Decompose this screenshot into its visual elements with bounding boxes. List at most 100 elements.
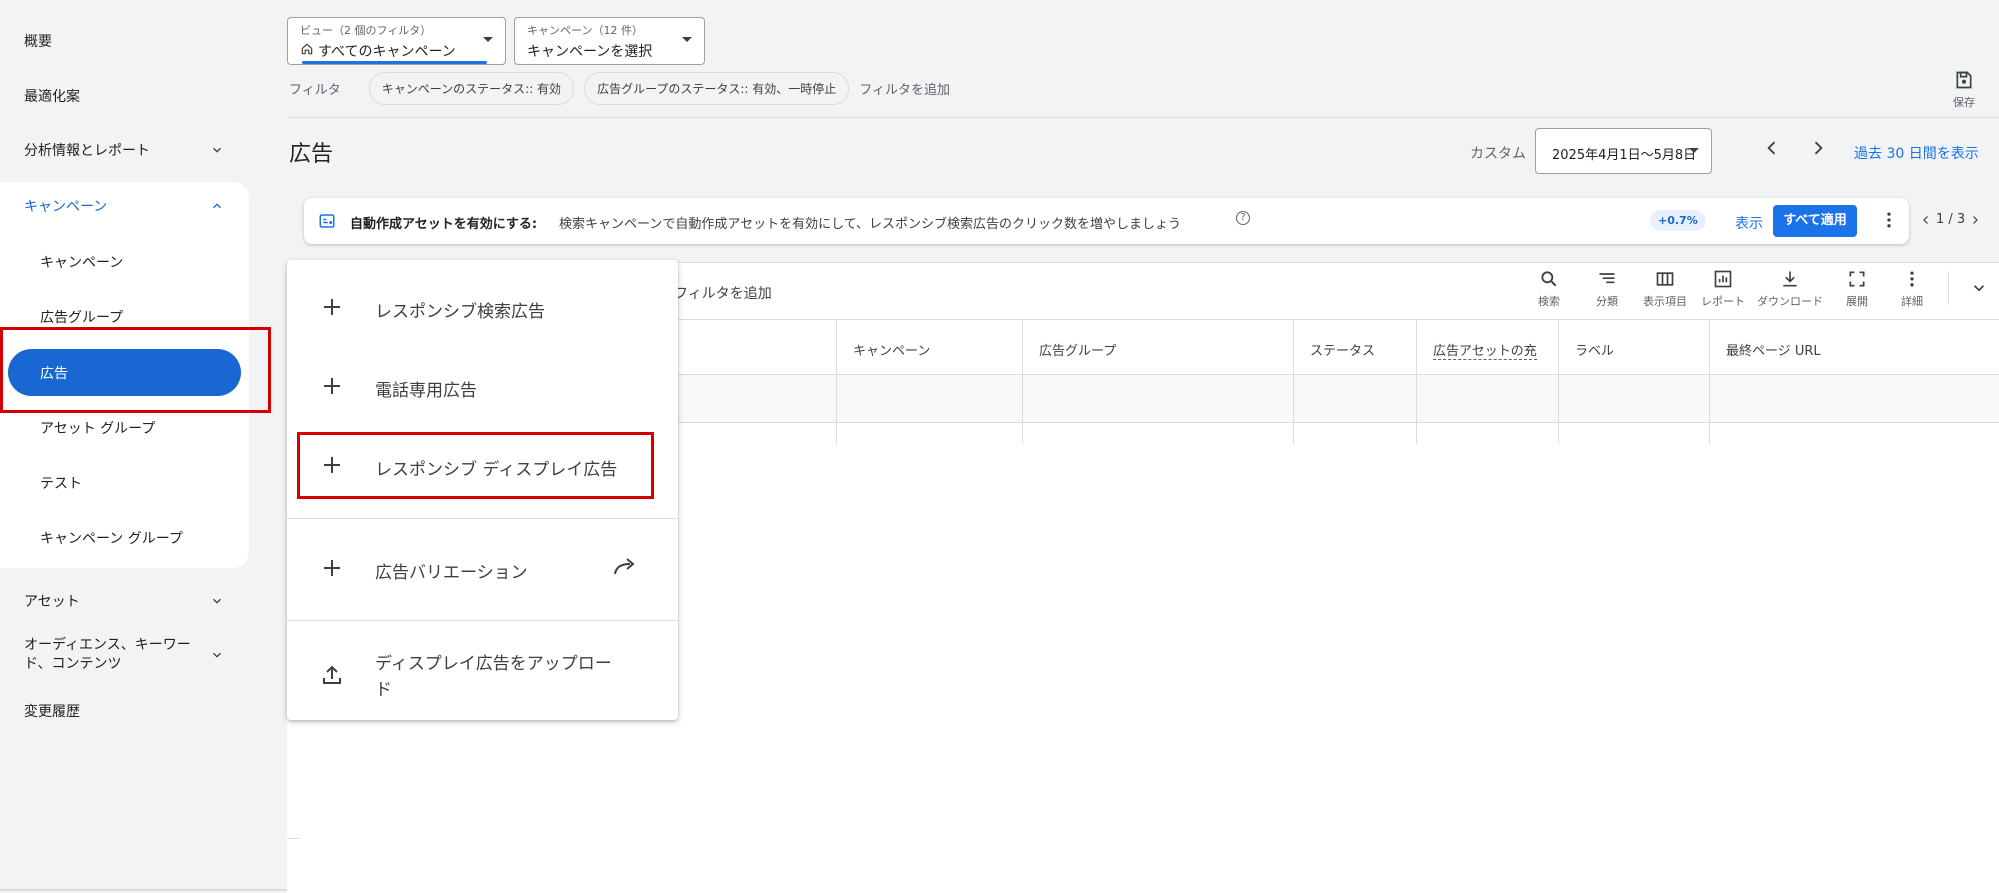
redirect-arrow-icon xyxy=(612,554,640,578)
chevron-down-icon xyxy=(210,648,224,662)
toolbar-segment-button[interactable]: 分類 xyxy=(1578,269,1636,309)
plus-icon xyxy=(320,295,344,319)
menu-item-label: レスポンシブ検索広告 xyxy=(375,302,545,322)
sidebar-item-experiments[interactable]: テスト xyxy=(40,473,82,493)
date-range-dropdown[interactable]: 2025年4月1日～5月8日 xyxy=(1535,128,1712,174)
toolbar-columns-label: 表示項目 xyxy=(1643,295,1687,308)
sidebar-item-asset-groups[interactable]: アセット グループ xyxy=(40,418,155,438)
toolbar-search-label: 検索 xyxy=(1538,295,1560,308)
date-next-button[interactable] xyxy=(1806,136,1830,160)
caret-down-icon xyxy=(1689,148,1699,153)
toolbar-reports-button[interactable]: レポート xyxy=(1694,269,1752,309)
nav-insights-label: 分析情報とレポート xyxy=(24,143,150,159)
banner-text: 検索キャンペーンで自動作成アセットを有効にして、レスポンシブ検索広告のクリック数… xyxy=(559,217,1182,232)
sidebar-item-campaigns[interactable]: キャンペーン xyxy=(40,252,123,272)
columns-icon xyxy=(1656,272,1674,286)
view-dropdown-value: すべてのキャンペーン xyxy=(318,44,456,60)
col-header-labels[interactable]: ラベル xyxy=(1575,340,1614,359)
more-vert-icon[interactable] xyxy=(1879,210,1899,230)
view-dropdown[interactable]: ビュー（2 個のフィルタ） すべてのキャンペーン xyxy=(287,17,506,65)
help-icon[interactable]: ? xyxy=(1236,211,1250,225)
highlight-box-ads xyxy=(0,327,271,413)
column-divider xyxy=(1022,319,1023,444)
add-filter-link[interactable]: フィルタを追加 xyxy=(859,79,950,98)
chevron-left-icon[interactable] xyxy=(1920,214,1932,226)
auto-assets-banner: 自動作成アセットを有効にする: 検索キャンペーンで自動作成アセットを有効にして、… xyxy=(304,198,1909,244)
menu-item-responsive-search-ad[interactable]: レスポンシブ検索広告 xyxy=(287,287,678,327)
toolbar-more-label: 詳細 xyxy=(1901,295,1923,308)
plus-icon xyxy=(320,374,344,398)
chevron-up-icon xyxy=(210,199,224,213)
save-button[interactable]: 保存 xyxy=(1944,70,1984,110)
home-icon xyxy=(300,42,314,60)
chevron-right-icon[interactable] xyxy=(1969,214,1981,226)
past-30-days-link[interactable]: 過去 30 日間を表示 xyxy=(1854,143,1979,163)
date-prev-button[interactable] xyxy=(1760,136,1784,160)
column-divider xyxy=(1416,319,1417,444)
nav-audiences-label: オーディエンス、キーワード、コンテンツ xyxy=(24,637,191,672)
fullscreen-icon xyxy=(1849,271,1865,287)
nav-change-history[interactable]: 変更履歴 xyxy=(24,701,80,721)
nav-assets[interactable]: アセット xyxy=(24,591,224,611)
campaign-dropdown[interactable]: キャンペーン（12 件） キャンペーンを選択 xyxy=(514,17,705,65)
menu-item-ad-variations[interactable]: 広告バリエーション xyxy=(287,548,678,588)
sidebar-item-ad-groups[interactable]: 広告グループ xyxy=(40,307,123,327)
date-range-value: 2025年4月1日～5月8日 xyxy=(1552,148,1697,163)
toolbar-segment-label: 分類 xyxy=(1596,295,1618,308)
menu-item-label: 電話専用広告 xyxy=(375,381,477,401)
chevron-down-icon xyxy=(210,594,224,608)
apply-all-button[interactable]: すべて適用 xyxy=(1773,205,1857,237)
chevron-down-icon xyxy=(210,143,224,157)
col-header-ad-group[interactable]: 広告グループ xyxy=(1039,340,1116,359)
sidebar-item-campaign-groups[interactable]: キャンペーン グループ xyxy=(40,528,183,548)
nav-recommendations[interactable]: 最適化案 xyxy=(24,86,80,106)
menu-item-label-cont: ド xyxy=(375,680,392,700)
toolbar-reports-label: レポート xyxy=(1701,295,1745,308)
save-icon xyxy=(1956,71,1972,89)
upload-icon xyxy=(320,663,344,687)
nav-insights[interactable]: 分析情報とレポート xyxy=(24,140,224,160)
search-icon xyxy=(1541,271,1557,287)
filter-chip-adgroup-status[interactable]: 広告グループのステータス:: 有効、一時停止 xyxy=(584,71,850,105)
uplift-badge: +0.7% xyxy=(1650,210,1706,231)
nav-campaigns-label: キャンペーン xyxy=(24,199,108,215)
chevron-right-icon xyxy=(1814,141,1823,155)
menu-item-upload-display-ads[interactable]: ディスプレイ広告をアップロー ド xyxy=(287,645,678,705)
pager-text: 1 / 3 xyxy=(1936,212,1966,227)
toolbar-columns-button[interactable]: 表示項目 xyxy=(1636,269,1694,309)
sidebar-bottom-divider xyxy=(0,889,300,891)
toolbar-more-button[interactable]: 詳細 xyxy=(1886,269,1938,309)
table-add-filter[interactable]: フィルタを追加 xyxy=(674,283,772,303)
chevron-down-icon xyxy=(1973,285,1985,292)
banner-show-link[interactable]: 表示 xyxy=(1735,213,1763,233)
nav-campaigns-section[interactable]: キャンペーン xyxy=(24,196,224,216)
toolbar-download-button[interactable]: ダウンロード xyxy=(1752,269,1828,309)
banner-title: 自動作成アセットを有効にする: xyxy=(350,217,538,232)
column-divider xyxy=(1558,319,1559,444)
nav-assets-label: アセット xyxy=(24,594,80,610)
toolbar-expand-button[interactable]: 展開 xyxy=(1828,269,1886,309)
toolbar-expand-label: 展開 xyxy=(1846,295,1868,308)
toolbar-collapse-button[interactable] xyxy=(1959,269,1999,297)
menu-divider xyxy=(287,518,678,519)
new-ad-menu: レスポンシブ検索広告 電話専用広告 レスポンシブ ディスプレイ広告 広告バリエー… xyxy=(287,260,678,720)
caret-down-icon xyxy=(682,37,692,42)
col-header-final-url[interactable]: 最終ページ URL xyxy=(1726,340,1821,359)
filter-chip-campaign-status[interactable]: キャンペーンのステータス:: 有効 xyxy=(368,71,575,105)
col-header-status[interactable]: ステータス xyxy=(1310,340,1375,359)
page-title: 広告 xyxy=(289,142,334,167)
col-header-campaign[interactable]: キャンペーン xyxy=(853,340,930,359)
more-vert-icon xyxy=(1910,271,1914,287)
download-icon xyxy=(1783,271,1797,287)
nav-overview[interactable]: 概要 xyxy=(24,31,52,51)
menu-item-call-only-ad[interactable]: 電話専用広告 xyxy=(287,366,678,406)
toolbar-download-label: ダウンロード xyxy=(1757,295,1823,308)
auto-assets-icon xyxy=(319,214,335,228)
col-header-ad-strength[interactable]: 広告アセットの充 xyxy=(1433,340,1537,360)
filter-label: フィルタ xyxy=(289,82,341,98)
column-divider xyxy=(1293,319,1294,444)
toolbar-search-button[interactable]: 検索 xyxy=(1520,269,1578,309)
caret-down-icon xyxy=(483,37,493,42)
column-divider xyxy=(1709,319,1710,444)
nav-audiences[interactable]: オーディエンス、キーワード、コンテンツ xyxy=(24,636,224,674)
